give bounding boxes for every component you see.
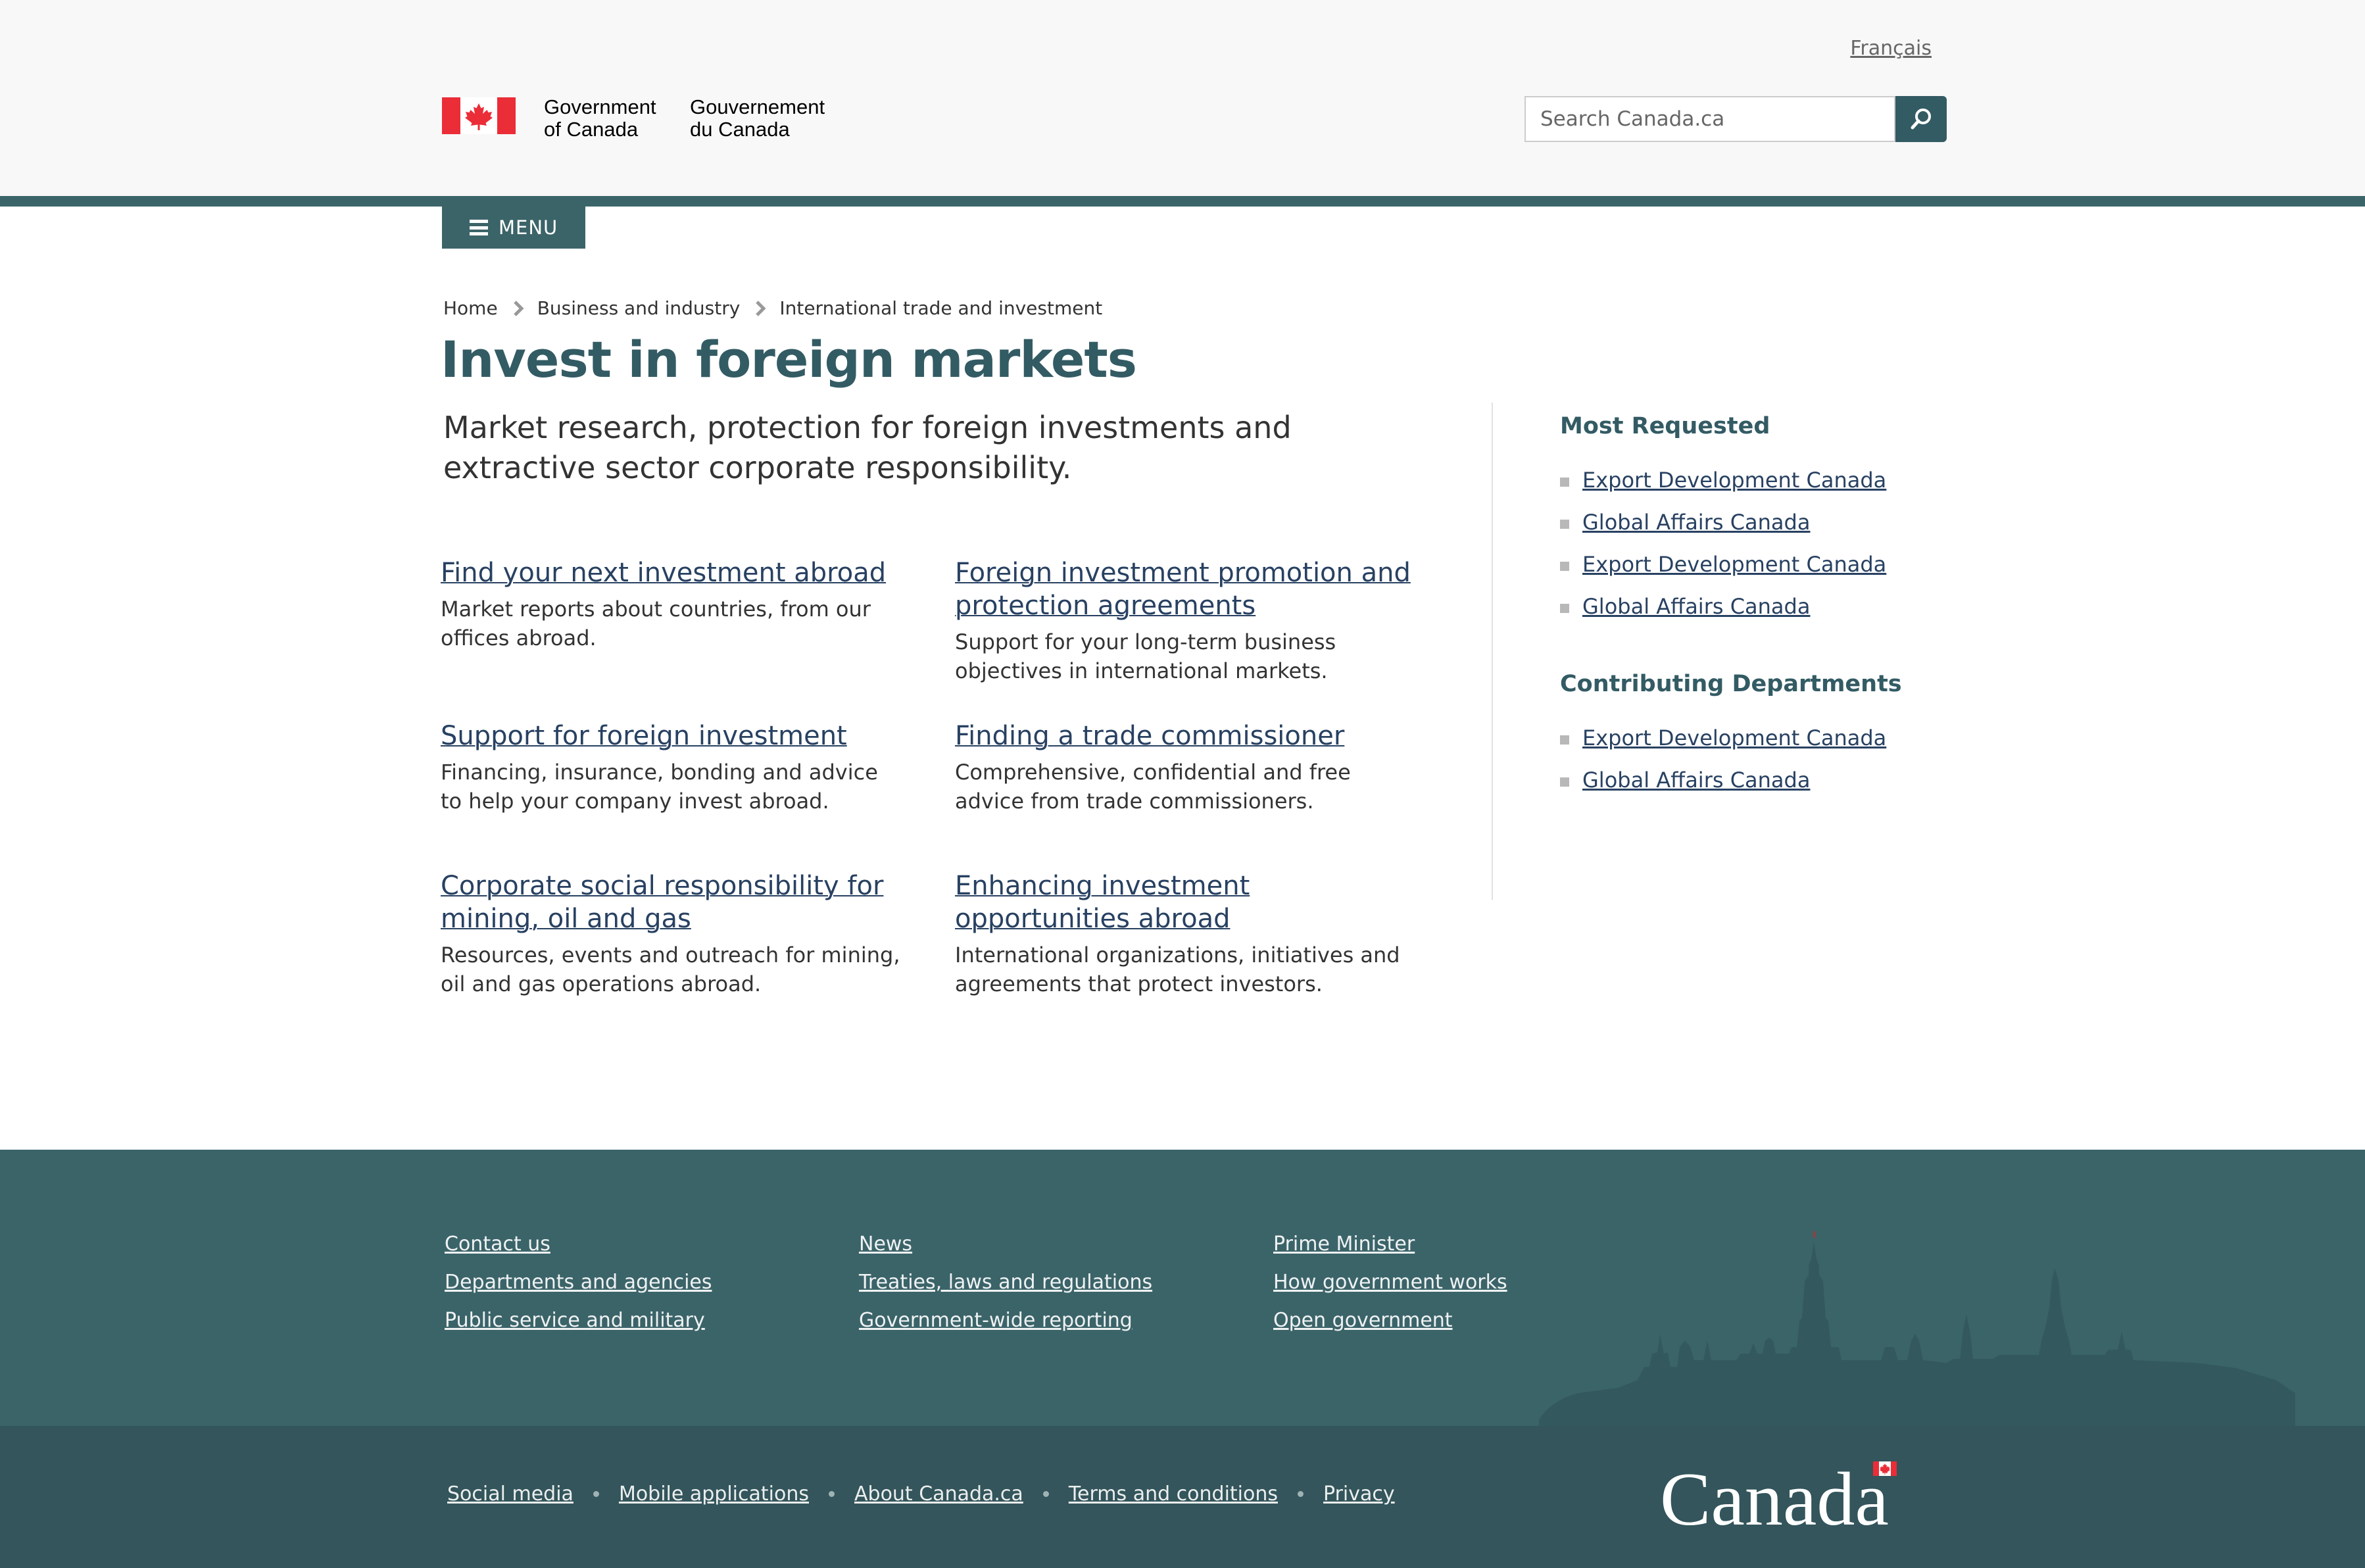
contributing-departments-heading: Contributing Departments [1560, 671, 1902, 697]
separator-dot-icon [1298, 1491, 1304, 1497]
feature-item: Corporate social responsibility for mini… [441, 870, 901, 998]
list-item: Global Affairs Canada [1560, 512, 1886, 533]
separator-dot-icon [829, 1491, 835, 1497]
feature-description: International organizations, initiatives… [955, 943, 1400, 996]
footer-link-mobile-apps[interactable]: Mobile applications [619, 1482, 809, 1506]
list-item: Export Development Canada [1560, 727, 1886, 748]
bullet-icon [1560, 562, 1569, 571]
footer-link-news[interactable]: News [859, 1233, 912, 1256]
most-requested-link[interactable]: Export Development Canada [1582, 468, 1886, 493]
feature-description: Resources, events and outreach for minin… [441, 943, 900, 996]
search-button[interactable] [1895, 96, 1947, 142]
breadcrumb-home[interactable]: Home [443, 297, 498, 319]
breadcrumb-international-trade[interactable]: International trade and investment [779, 297, 1102, 319]
feature-item: Finding a trade commissioner Comprehensi… [955, 720, 1415, 816]
feature-link[interactable]: Foreign investment promotion and protect… [955, 556, 1415, 622]
footer-column-3: Prime Minister How government works Open… [1273, 1233, 1507, 1347]
feature-link[interactable]: Finding a trade commissioner [955, 720, 1415, 752]
feature-link[interactable]: Find your next investment abroad [441, 556, 901, 589]
language-toggle-link[interactable]: Français [1850, 37, 1932, 60]
department-link[interactable]: Global Affairs Canada [1582, 768, 1810, 793]
bullet-icon [1560, 478, 1569, 487]
feature-item: Foreign investment promotion and protect… [955, 556, 1415, 685]
footer-link-terms[interactable]: Terms and conditions [1069, 1482, 1278, 1506]
parliament-skyline-icon [1539, 1231, 2295, 1426]
column-divider [1492, 403, 1493, 900]
feature-link[interactable]: Corporate social responsibility for mini… [441, 870, 901, 935]
breadcrumb-business-industry[interactable]: Business and industry [537, 297, 741, 319]
bullet-icon [1560, 777, 1569, 787]
signature-english: Government of Canada [544, 95, 656, 141]
menu-label: MENU [499, 216, 558, 239]
most-requested-list: Export Development Canada Global Affairs… [1560, 470, 1886, 638]
svg-text:Canada: Canada [1660, 1460, 1889, 1532]
separator-dot-icon [593, 1491, 599, 1497]
header-accent-bar [0, 196, 2365, 207]
footer-bottom-links: Social media Mobile applications About C… [447, 1482, 1395, 1506]
footer-link-about[interactable]: About Canada.ca [854, 1482, 1023, 1506]
contributing-departments-list: Export Development Canada Global Affairs… [1560, 727, 1886, 812]
footer-link-treaties[interactable]: Treaties, laws and regulations [859, 1271, 1152, 1294]
footer-column-1: Contact us Departments and agencies Publ… [445, 1233, 712, 1347]
separator-dot-icon [1042, 1491, 1049, 1497]
footer-link-how-government-works[interactable]: How government works [1273, 1271, 1507, 1294]
footer-column-2: News Treaties, laws and regulations Gove… [859, 1233, 1152, 1347]
feature-link[interactable]: Enhancing investment opportunities abroa… [955, 870, 1415, 935]
most-requested-link[interactable]: Global Affairs Canada [1582, 594, 1810, 619]
footer-link-public-service[interactable]: Public service and military [445, 1309, 705, 1332]
department-link[interactable]: Export Development Canada [1582, 725, 1886, 750]
footer-main: Contact us Departments and agencies Publ… [0, 1150, 2365, 1426]
footer-link-open-government[interactable]: Open government [1273, 1309, 1453, 1332]
most-requested-heading: Most Requested [1560, 413, 1770, 439]
breadcrumb: Home Business and industry International… [443, 297, 1102, 319]
hamburger-icon [470, 220, 488, 235]
list-item: Global Affairs Canada [1560, 770, 1886, 791]
footer-link-departments[interactable]: Departments and agencies [445, 1271, 712, 1294]
search-form [1524, 96, 1948, 142]
feature-item: Find your next investment abroad Market … [441, 556, 901, 652]
list-item: Global Affairs Canada [1560, 596, 1886, 617]
signature-french: Gouvernement du Canada [690, 95, 825, 141]
canada-wordmark-logo: Canada [1660, 1460, 1897, 1532]
feature-description: Support for your long-term business obje… [955, 629, 1336, 683]
footer-bottom: Social media Mobile applications About C… [0, 1426, 2365, 1568]
most-requested-link[interactable]: Global Affairs Canada [1582, 510, 1810, 535]
page-lead: Market research, protection for foreign … [443, 410, 1292, 485]
canada-flag-icon [442, 97, 516, 134]
feature-description: Market reports about countries, from our… [441, 597, 871, 650]
footer-link-privacy[interactable]: Privacy [1323, 1482, 1395, 1506]
search-icon [1911, 109, 1931, 130]
menu-button[interactable]: MENU [442, 207, 585, 249]
site-header: Français Government of Canada Gouverneme… [0, 0, 2365, 196]
feature-item: Enhancing investment opportunities abroa… [955, 870, 1415, 998]
footer-link-social-media[interactable]: Social media [447, 1482, 573, 1506]
chevron-right-icon [756, 300, 766, 316]
most-requested-link[interactable]: Export Development Canada [1582, 552, 1886, 577]
search-input[interactable] [1524, 96, 1895, 142]
bullet-icon [1560, 604, 1569, 613]
footer-link-reporting[interactable]: Government-wide reporting [859, 1309, 1133, 1332]
footer-link-contact[interactable]: Contact us [445, 1233, 550, 1256]
page-title: Invest in foreign markets [441, 330, 1137, 389]
footer-link-prime-minister[interactable]: Prime Minister [1273, 1233, 1415, 1256]
feature-description: Financing, insurance, bonding and advice… [441, 760, 878, 814]
feature-description: Comprehensive, confidential and free adv… [955, 760, 1351, 814]
bullet-icon [1560, 520, 1569, 529]
feature-item: Support for foreign investment Financing… [441, 720, 901, 816]
list-item: Export Development Canada [1560, 554, 1886, 575]
bullet-icon [1560, 735, 1569, 745]
chevron-right-icon [513, 300, 524, 316]
feature-link[interactable]: Support for foreign investment [441, 720, 901, 752]
list-item: Export Development Canada [1560, 470, 1886, 491]
